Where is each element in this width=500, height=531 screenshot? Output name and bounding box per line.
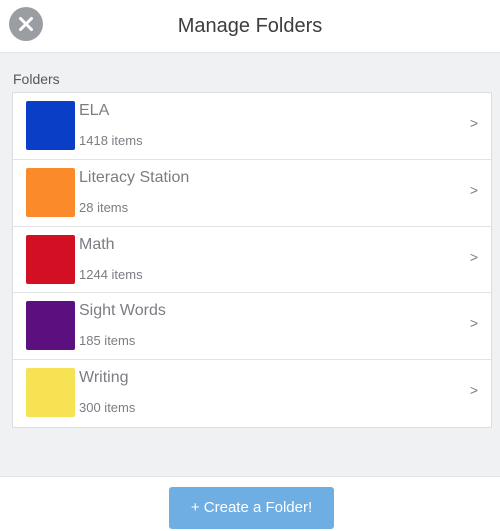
folder-list: ELA 1418 items > Literacy Station 28 ite…	[12, 92, 492, 428]
chevron-right-icon: >	[469, 382, 478, 399]
folder-item-writing[interactable]: Writing 300 items >	[13, 360, 491, 427]
folder-name: Math	[79, 235, 115, 253]
folder-color-swatch	[26, 368, 75, 418]
chevron-right-icon: >	[469, 248, 478, 265]
create-folder-button[interactable]: + Create a Folder!	[169, 487, 334, 529]
folder-name: Writing	[79, 369, 129, 387]
folder-item-count: 1244 items	[79, 266, 143, 282]
folder-item-ela[interactable]: ELA 1418 items >	[13, 93, 491, 160]
chevron-right-icon: >	[469, 181, 478, 198]
folder-item-literacy-station[interactable]: Literacy Station 28 items >	[13, 160, 491, 227]
folder-item-math[interactable]: Math 1244 items >	[13, 227, 491, 294]
header: Manage Folders	[0, 0, 500, 53]
close-icon	[19, 17, 33, 31]
folders-section-label: Folders	[13, 71, 60, 87]
page-title: Manage Folders	[177, 15, 323, 37]
folder-color-swatch	[26, 234, 75, 284]
footer: + Create a Folder!	[0, 476, 500, 531]
folder-name: Literacy Station	[79, 168, 190, 186]
folder-name: Sight Words	[79, 302, 166, 320]
folder-name: ELA	[79, 102, 110, 119]
folder-item-count: 1418 items	[79, 133, 143, 148]
folder-item-count: 28 items	[79, 199, 129, 215]
chevron-right-icon: >	[469, 315, 478, 332]
folder-item-count: 300 items	[79, 400, 136, 416]
folder-color-swatch	[26, 101, 75, 150]
chevron-right-icon: >	[469, 115, 478, 131]
folder-item-count: 185 items	[79, 333, 136, 349]
folder-color-swatch	[26, 301, 75, 351]
folder-item-sight-words[interactable]: Sight Words 185 items >	[13, 293, 491, 361]
close-button[interactable]	[9, 7, 43, 41]
folder-color-swatch	[26, 167, 75, 217]
